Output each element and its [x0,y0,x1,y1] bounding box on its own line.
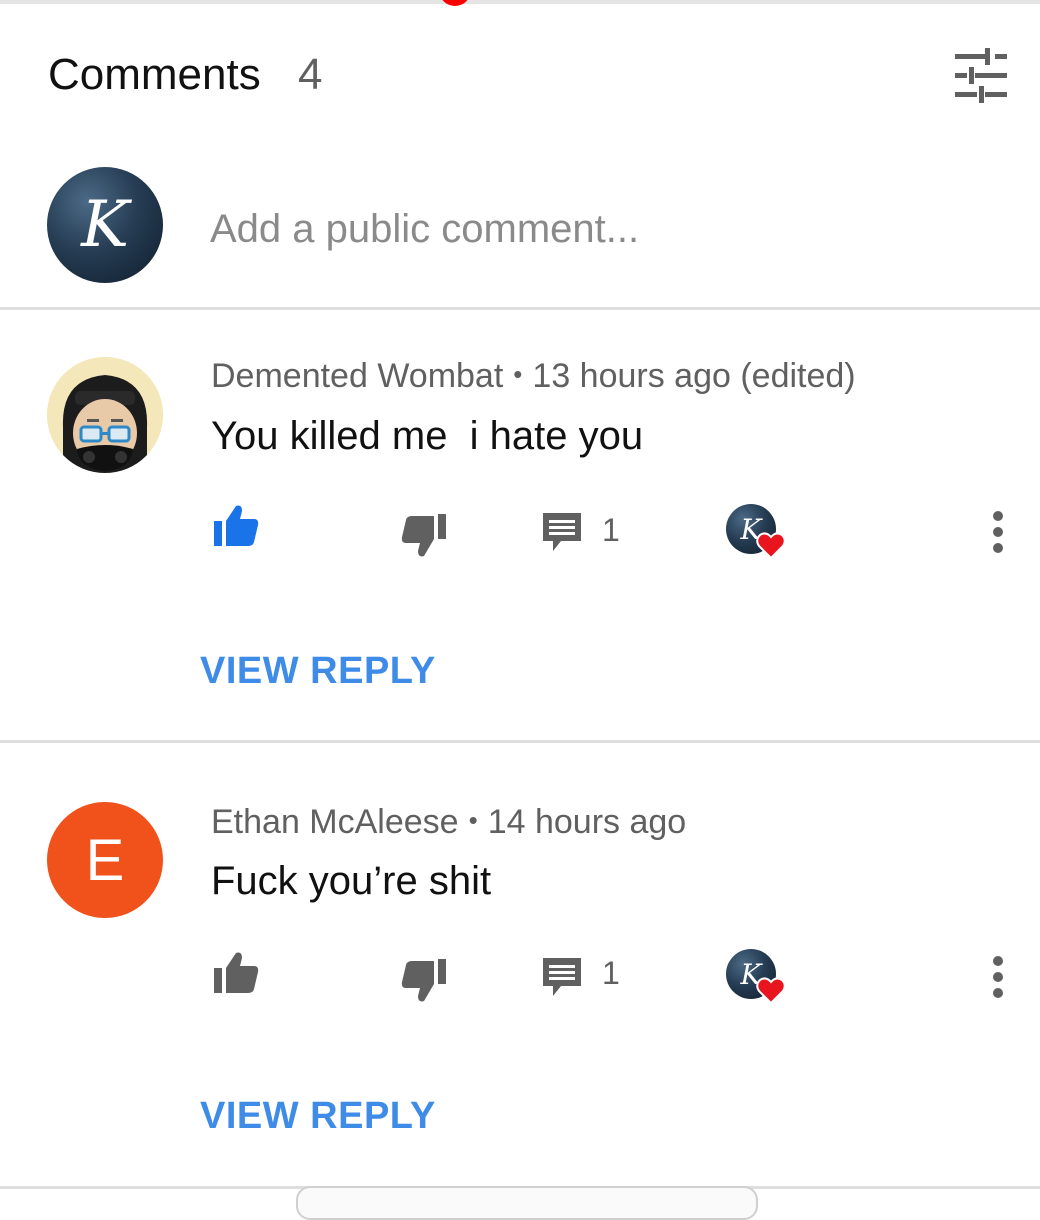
dislike-button[interactable] [394,951,454,1011]
comment-more-button[interactable] [980,947,1016,1007]
thumbs-down-icon [401,514,446,557]
comment-bubble-icon [543,958,581,996]
add-comment-input[interactable] [210,204,990,254]
avatar-letter: K [81,188,129,262]
creator-heart-badge: K [726,504,790,568]
author-avatar[interactable]: E [47,802,163,918]
more-vert-icon [993,956,1003,998]
comment-meta: Ethan McAleese • 14 hours ago [211,803,686,842]
comment-meta: Demented Wombat • 13 hours ago (edited) [211,357,856,396]
reply-button[interactable] [534,504,590,560]
dislike-button[interactable] [394,506,454,566]
creator-heart-badge: K [726,949,790,1013]
view-reply-link[interactable]: VIEW REPLY [200,650,436,693]
comment-text: Fuck you’re shit [211,859,492,903]
like-button[interactable] [206,943,266,1003]
comment-text: You killed me i hate you [211,414,644,458]
reply-count: 1 [602,512,620,548]
comment-more-button[interactable] [980,502,1016,562]
meta-separator: • [513,359,523,389]
author-name[interactable]: Demented Wombat [211,357,503,395]
reply-button[interactable] [534,949,590,1005]
heart-icon [756,532,786,560]
view-reply-link[interactable]: VIEW REPLY [200,1095,436,1138]
comment-bubble-icon [543,513,581,551]
current-user-avatar[interactable]: K [47,167,163,283]
author-avatar[interactable] [47,357,163,473]
avatar-letter: E [85,827,125,893]
like-button[interactable] [206,496,266,556]
heart-icon [756,977,786,1005]
comments-header: Comments 4 [0,0,1040,150]
comments-count: 4 [298,50,323,99]
sort-filter-icon [955,48,1007,103]
thumbs-up-icon [214,952,259,993]
more-vert-icon [993,511,1003,553]
comment-composer: K [0,150,1040,310]
comment-item: Demented Wombat • 13 hours ago (edited) Yo… [0,310,1040,742]
sort-comments-button[interactable] [945,40,1017,112]
thumbs-up-icon [214,505,259,546]
meta-separator: • [468,805,478,835]
comment-actions: 1 K [0,935,1040,1015]
author-name[interactable]: Ethan McAleese [211,803,459,841]
bottom-sheet-handle[interactable] [296,1186,758,1220]
comments-title: Comments [48,50,261,99]
comment-item: E Ethan McAleese • 14 hours ago Fuck you’r… [0,743,1040,1186]
comment-timestamp[interactable]: 14 hours ago [488,803,687,841]
comment-actions: 1 K [0,490,1040,570]
reply-count: 1 [602,955,620,991]
thumbs-down-icon [401,959,446,1002]
comment-timestamp[interactable]: 13 hours ago (edited) [532,357,855,395]
hooded-character-icon [47,357,163,473]
